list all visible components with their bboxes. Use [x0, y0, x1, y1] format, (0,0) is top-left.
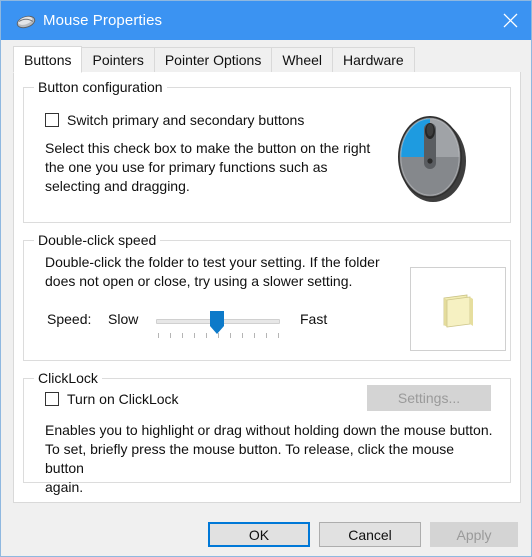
clicklock-settings-button[interactable]: Settings...: [367, 385, 491, 411]
tab-pointers[interactable]: Pointers: [81, 47, 155, 72]
cancel-button[interactable]: Cancel: [319, 522, 421, 547]
checkbox-indicator[interactable]: [45, 113, 59, 127]
speed-label: Speed:: [47, 311, 92, 327]
checkbox-indicator[interactable]: [45, 392, 59, 406]
tab-label: Pointer Options: [164, 52, 262, 68]
window-title: Mouse Properties: [43, 12, 163, 29]
double-click-speed-slider[interactable]: [156, 303, 280, 339]
tab-label: Pointers: [92, 52, 144, 68]
tab-pointer-options[interactable]: Pointer Options: [153, 47, 273, 72]
tab-label: Buttons: [24, 51, 72, 68]
tabstrip: Buttons Pointers Pointer Options Wheel H…: [13, 46, 521, 73]
close-icon[interactable]: [487, 1, 531, 40]
clicklock-description: Enables you to highlight or drag without…: [45, 422, 493, 495]
tab-label: Hardware: [343, 52, 404, 68]
tab-wheel[interactable]: Wheel: [271, 47, 334, 72]
tab-label: Wheel: [282, 52, 323, 68]
checkbox-label: Switch primary and secondary buttons: [67, 112, 305, 128]
mouse-icon: [15, 10, 37, 32]
ok-button[interactable]: OK: [208, 522, 310, 547]
tab-hardware[interactable]: Hardware: [332, 47, 415, 72]
button-label: OK: [248, 526, 270, 543]
button-label: Cancel: [348, 526, 392, 543]
slider-ticks: [158, 333, 280, 339]
double-click-speed-description: Double-click the folder to test your set…: [45, 254, 380, 289]
button-label: Settings...: [397, 390, 461, 406]
group-title: ClickLock: [34, 370, 102, 386]
button-label: Apply: [456, 526, 492, 543]
checkbox-label: Turn on ClickLock: [67, 391, 179, 407]
folder-icon: [437, 290, 479, 332]
apply-button[interactable]: Apply: [430, 522, 518, 547]
double-click-test-area[interactable]: [410, 267, 506, 351]
slider-thumb[interactable]: [209, 311, 225, 335]
tab-buttons[interactable]: Buttons: [13, 46, 83, 73]
button-configuration-description: Select this check box to make the button…: [45, 140, 371, 194]
group-title: Double-click speed: [34, 232, 161, 248]
switch-primary-secondary-buttons-checkbox-row[interactable]: Switch primary and secondary buttons: [45, 112, 304, 128]
mouse-preview-icon: [394, 109, 468, 203]
turn-on-clicklock-checkbox-row[interactable]: Turn on ClickLock: [45, 391, 179, 407]
mouse-properties-dialog: Mouse Properties Buttons Pointers Pointe…: [0, 0, 532, 557]
titlebar: Mouse Properties: [1, 1, 531, 40]
group-title: Button configuration: [34, 79, 167, 95]
fast-label: Fast: [300, 311, 328, 327]
slow-label: Slow: [108, 311, 139, 327]
